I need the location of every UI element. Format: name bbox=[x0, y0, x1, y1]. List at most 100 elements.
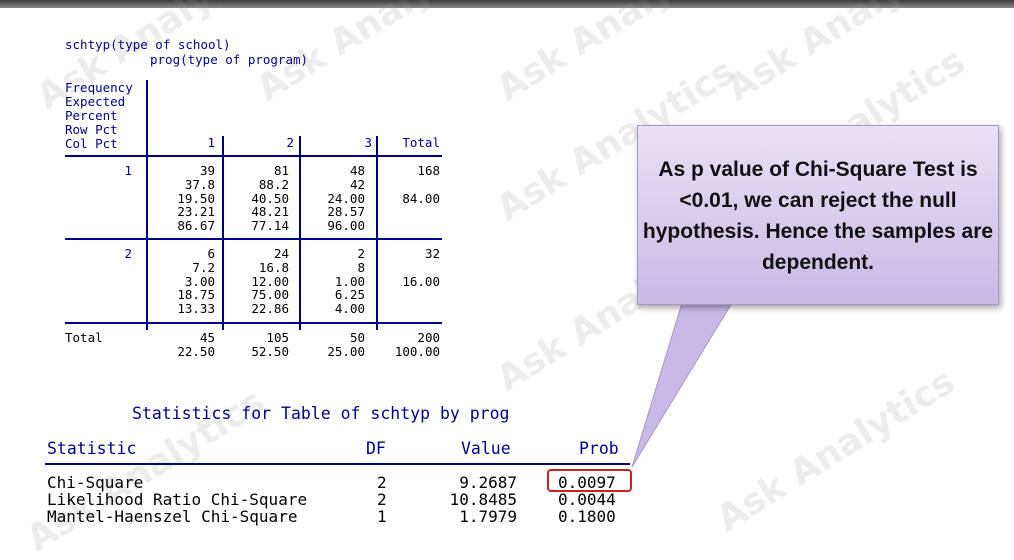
total-grand: 200 100.00 bbox=[380, 331, 440, 359]
grid-line bbox=[65, 322, 442, 324]
row-label: 2 bbox=[124, 246, 132, 261]
watermark: Ask Analytics bbox=[709, 361, 962, 540]
stat-prob: 0.1800 bbox=[558, 507, 616, 526]
cell-value: 22.50 bbox=[177, 343, 215, 359]
total-c3: 50 25.00 bbox=[303, 331, 365, 359]
col-header: Total bbox=[402, 135, 440, 150]
cell-value: 75.00 bbox=[251, 287, 289, 303]
cell-value: 24.00 bbox=[327, 190, 365, 206]
stat-name: Mantel-Haenszel Chi-Square bbox=[47, 507, 298, 526]
stat-value: 10.8485 bbox=[449, 490, 517, 509]
cell-value bbox=[380, 178, 440, 192]
cell-r1-c3: 48 42 24.00 28.57 96.00 bbox=[303, 164, 365, 233]
cell-value: 13.33 bbox=[177, 301, 215, 317]
cell-r2-c2: 24 16.8 12.00 75.00 22.86 bbox=[226, 247, 289, 316]
cell-value: 18.75 bbox=[177, 287, 215, 303]
col-header: 2 bbox=[286, 135, 294, 150]
stat-value: 1.7979 bbox=[459, 507, 517, 526]
cell-value: 7.2 bbox=[192, 259, 215, 275]
legend-item: Expected bbox=[65, 94, 126, 109]
cell-value: 6 bbox=[207, 246, 215, 261]
cell-value: 12.00 bbox=[251, 273, 289, 289]
stat-name: Chi-Square bbox=[47, 473, 144, 492]
cell-value: 77.14 bbox=[251, 218, 289, 234]
stat-value: 9.2687 bbox=[459, 473, 517, 492]
total-c2: 105 52.50 bbox=[226, 331, 289, 359]
cell-value: 6.25 bbox=[334, 287, 365, 303]
cell-r2-c3: 2 8 1.00 6.25 4.00 bbox=[303, 247, 365, 316]
grid-line bbox=[222, 136, 224, 330]
cell-value: 40.50 bbox=[251, 190, 289, 206]
crosstab-title-col-var: prog(type of program) bbox=[150, 52, 309, 67]
stat-prob: 0.0044 bbox=[558, 490, 616, 509]
cell-value: 84.00 bbox=[402, 190, 440, 206]
callout-pointer bbox=[631, 302, 733, 468]
cell-value: 23.21 bbox=[177, 204, 215, 220]
legend-item: Row Pct bbox=[65, 122, 118, 137]
cell-value: 100.00 bbox=[394, 343, 440, 359]
cell-value: 42 bbox=[349, 176, 365, 192]
cell-value: 4.00 bbox=[334, 301, 365, 317]
top-bar bbox=[0, 0, 1014, 8]
cell-value: 3.00 bbox=[184, 273, 215, 289]
cell-r2-c1: 6 7.2 3.00 18.75 13.33 bbox=[150, 247, 215, 316]
stats-header-value: Value bbox=[461, 439, 511, 458]
cell-value: 16.00 bbox=[402, 273, 440, 289]
cell-value bbox=[380, 261, 440, 275]
cell-value: 1.00 bbox=[334, 273, 365, 289]
cell-value: 28.57 bbox=[327, 204, 365, 220]
annotation-callout: As p value of Chi-Square Test is <0.01, … bbox=[637, 125, 999, 305]
grid-line bbox=[65, 155, 442, 157]
row-label: 1 bbox=[124, 163, 132, 178]
total-row-label: Total bbox=[65, 330, 103, 345]
cell-legend: Frequency Expected Percent Row Pct Col P… bbox=[65, 81, 133, 151]
cell-r1-total: 168 84.00 bbox=[380, 164, 440, 205]
stats-header-rule bbox=[45, 463, 630, 465]
cell-value: 200 bbox=[417, 330, 440, 345]
cell-value: 50 bbox=[349, 330, 365, 345]
col-header: 3 bbox=[364, 135, 372, 150]
cell-value: 8 bbox=[357, 259, 365, 275]
cell-value: 48.21 bbox=[251, 204, 289, 220]
callout-text: As p value of Chi-Square Test is <0.01, … bbox=[642, 158, 994, 274]
stat-df: 2 bbox=[377, 473, 387, 492]
legend-item: Frequency bbox=[65, 80, 133, 95]
stats-header-statistic: Statistic bbox=[47, 439, 137, 458]
cell-value: 81 bbox=[273, 163, 289, 178]
cell-value: 37.8 bbox=[184, 176, 215, 192]
grid-line bbox=[65, 238, 442, 240]
cell-value: 19.50 bbox=[177, 190, 215, 206]
cell-value: 105 bbox=[266, 330, 289, 345]
cell-value: 16.8 bbox=[258, 259, 289, 275]
cell-value: 86.67 bbox=[177, 218, 215, 234]
grid-line bbox=[376, 136, 378, 330]
cell-value: 88.2 bbox=[258, 176, 289, 192]
legend-item: Percent bbox=[65, 108, 118, 123]
grid-line bbox=[146, 80, 148, 330]
cell-r1-c2: 81 88.2 40.50 48.21 77.14 bbox=[226, 164, 289, 233]
cell-value: 2 bbox=[357, 246, 365, 261]
cell-value: 48 bbox=[349, 163, 365, 178]
stat-name: Likelihood Ratio Chi-Square bbox=[47, 490, 308, 509]
cell-r1-c1: 39 37.8 19.50 23.21 86.67 bbox=[150, 164, 215, 233]
cell-value: 45 bbox=[199, 330, 215, 345]
cell-value: 24 bbox=[273, 246, 289, 261]
col-header: 1 bbox=[207, 135, 215, 150]
cell-value: 39 bbox=[199, 163, 215, 178]
stats-title: Statistics for Table of schtyp by prog bbox=[132, 404, 510, 423]
watermark: Ask Analytics bbox=[489, 0, 742, 110]
legend-item: Col Pct bbox=[65, 136, 118, 151]
stats-header-df: DF bbox=[366, 439, 386, 458]
cell-value: 32 bbox=[424, 246, 440, 261]
stat-df: 2 bbox=[377, 490, 387, 509]
crosstab-title-row-var: schtyp(type of school) bbox=[65, 37, 231, 52]
cell-value: 25.00 bbox=[327, 343, 365, 359]
watermark: Ask Analytics bbox=[719, 0, 972, 110]
cell-value: 22.86 bbox=[251, 301, 289, 317]
stat-df: 1 bbox=[377, 507, 387, 526]
stats-header-prob: Prob bbox=[579, 439, 619, 458]
cell-r2-total: 32 16.00 bbox=[380, 247, 440, 288]
cell-value: 168 bbox=[417, 163, 440, 178]
total-c1: 45 22.50 bbox=[150, 331, 215, 359]
cell-value: 52.50 bbox=[251, 343, 289, 359]
